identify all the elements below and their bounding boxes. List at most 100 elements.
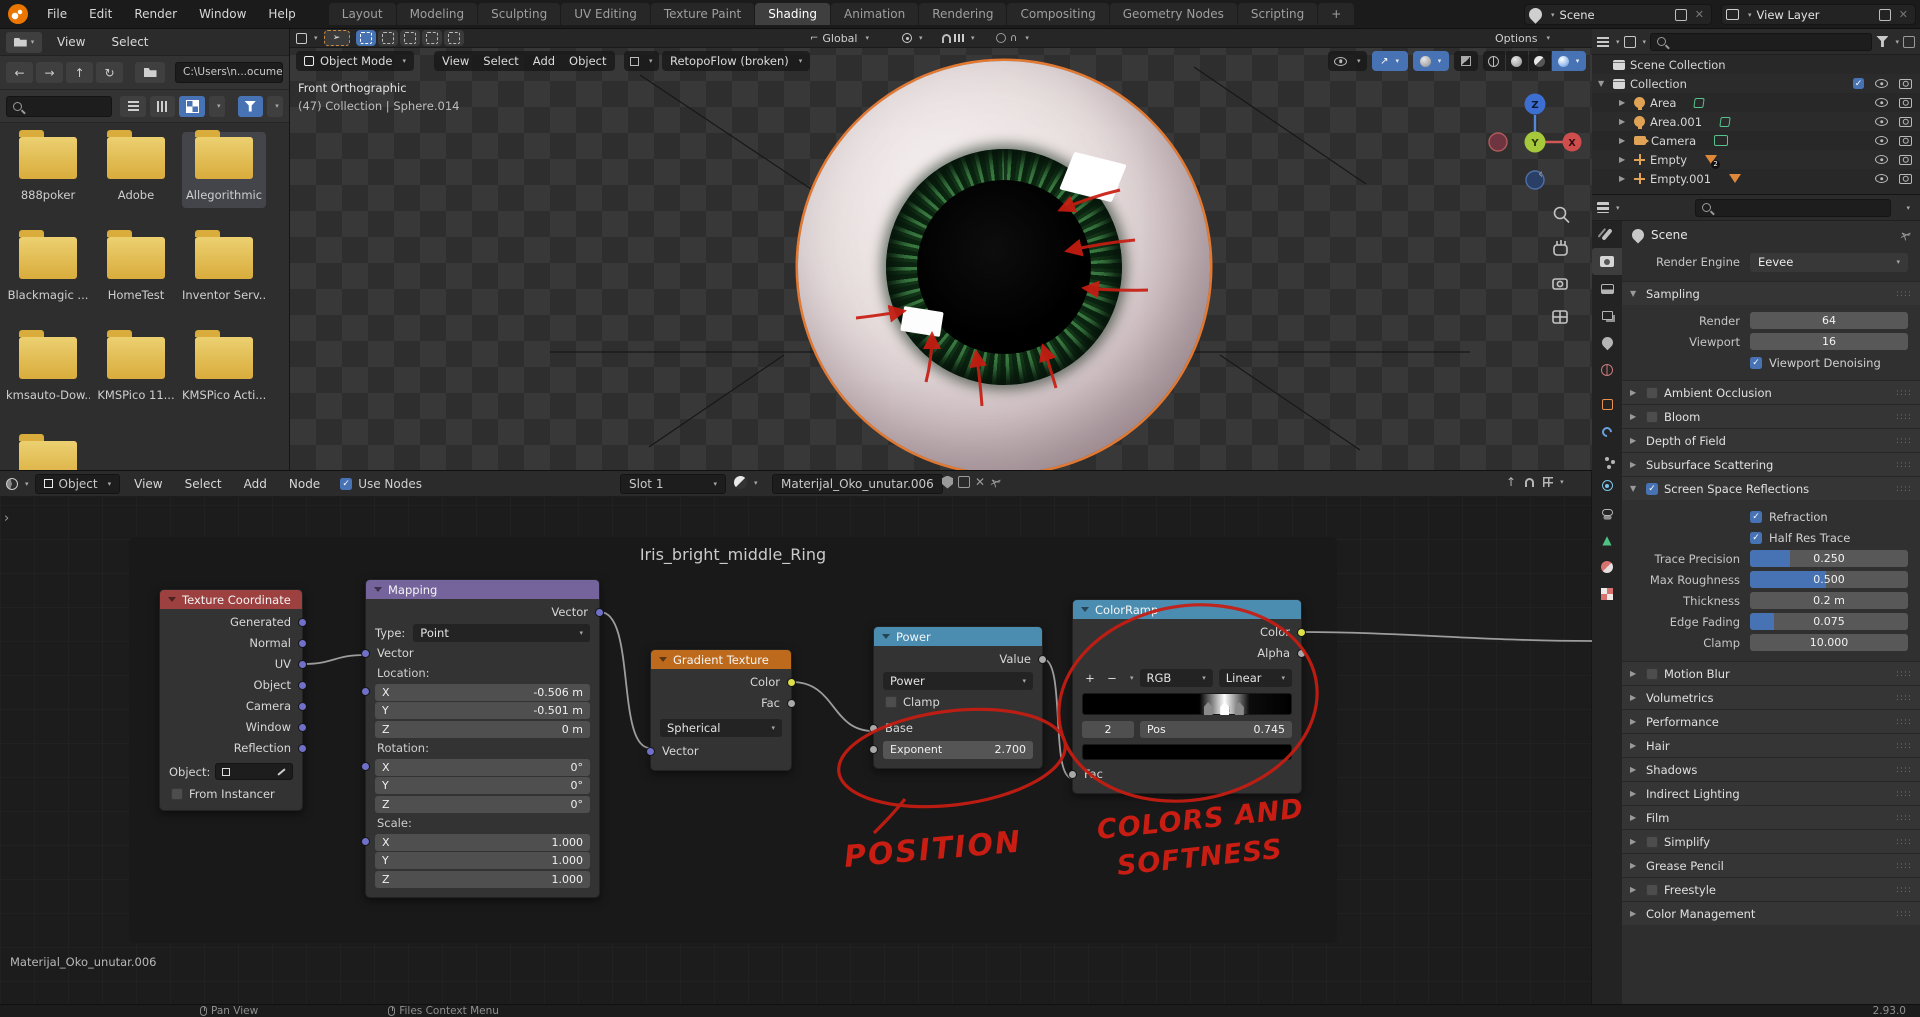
proportional-editing-dropdown[interactable]: ∩▾	[996, 33, 1029, 44]
socket-object-output[interactable]	[298, 681, 307, 690]
socket-rotation-input[interactable]	[361, 762, 370, 771]
section-motion-blur[interactable]: ▶Motion Blur::::	[1622, 661, 1920, 685]
socket-scale-input[interactable]	[361, 837, 370, 846]
socket-color-output[interactable]	[1297, 628, 1306, 637]
tab-object-data-icon[interactable]: ▲	[1592, 526, 1622, 553]
clamp-field[interactable]: 10.000	[1750, 634, 1908, 651]
ramp-stop-handle[interactable]	[1204, 702, 1213, 715]
zoom-icon[interactable]	[1555, 208, 1566, 219]
select-mode-subtract-icon[interactable]	[400, 30, 420, 46]
slot-dropdown[interactable]: Slot 1▾	[620, 474, 726, 494]
math-operation-dropdown[interactable]: Power▾	[883, 672, 1033, 690]
outliner-row-camera[interactable]: ▶ Camera	[1592, 131, 1920, 150]
node-power[interactable]: Power Value Power▾ Clamp Base Exponent2.…	[873, 626, 1043, 769]
forward-button[interactable]: →	[36, 62, 63, 83]
section-shadows[interactable]: ▶Shadows::::	[1622, 757, 1920, 781]
hide-eye-icon[interactable]	[1875, 79, 1888, 88]
section-grease-pencil[interactable]: ▶Grease Pencil::::	[1622, 853, 1920, 877]
editor-type-file-browser-icon[interactable]: ▾	[6, 32, 42, 53]
mode-dropdown[interactable]: Object Mode▾	[296, 51, 414, 71]
refresh-button[interactable]: ↻	[96, 62, 123, 83]
outliner-search-input[interactable]	[1650, 33, 1872, 51]
section-hair[interactable]: ▶Hair::::	[1622, 733, 1920, 757]
parent-dir-button[interactable]: ↑	[66, 62, 93, 83]
max-roughness-slider[interactable]: 0.500	[1750, 571, 1908, 588]
pin-icon[interactable]: ⊀	[987, 473, 1004, 490]
folder-tile-selected[interactable]: Allegorithmic	[182, 132, 266, 208]
folder-tile[interactable]: HomeTest	[94, 237, 178, 302]
unlink-scene-icon[interactable]: ✕	[1692, 8, 1707, 21]
section-sampling[interactable]: ▼Sampling::::	[1622, 281, 1920, 305]
folder-tile[interactable]: KMSPico 11...	[94, 337, 178, 402]
section-checkbox[interactable]	[1646, 884, 1658, 896]
display-mode-dropdown[interactable]: ▾	[209, 96, 225, 117]
ne-menu-select[interactable]: Select	[177, 477, 230, 491]
snap-target-dropdown[interactable]: ▾	[1543, 477, 1564, 487]
folder-tile[interactable]: Inventor Serv...	[182, 237, 266, 302]
viewport-3d[interactable]: ▾ ➢ ⌐Global▾ ▾ ▾ ∩▾ Options▾ Object Mode…	[290, 29, 1592, 470]
collapse-region-icon[interactable]: ‹	[1538, 167, 1543, 182]
folder-tile[interactable]: kmsauto-Dow...	[6, 337, 90, 402]
shading-wireframe-icon[interactable]	[1483, 51, 1505, 71]
location-y-field[interactable]: Y-0.501 m	[375, 702, 590, 719]
unlink-material-icon[interactable]: ✕	[975, 475, 985, 489]
expand-arrow-icon[interactable]: ▶	[1619, 174, 1629, 183]
material-browse-icon[interactable]: ▾	[734, 476, 758, 489]
select-mode-invert-icon[interactable]	[422, 30, 442, 46]
object-picker-field[interactable]	[215, 763, 293, 780]
ne-menu-add[interactable]: Add	[236, 477, 275, 491]
viewport-samples-field[interactable]: 16	[1750, 333, 1908, 350]
expand-arrow-icon[interactable]: ▶	[1619, 136, 1629, 145]
outliner-row-scene-collection[interactable]: Scene Collection	[1592, 55, 1920, 74]
socket-fac-input[interactable]	[1068, 770, 1077, 779]
render-samples-field[interactable]: 64	[1750, 312, 1908, 329]
outliner-row-empty-001[interactable]: ▶ Empty.001	[1592, 169, 1920, 188]
socket-base-input[interactable]	[869, 724, 878, 733]
pan-hand-icon[interactable]	[1554, 245, 1567, 255]
stop-index-field[interactable]: 2	[1082, 721, 1134, 738]
menu-render[interactable]: Render	[123, 7, 188, 21]
socket-camera-output[interactable]	[298, 702, 307, 711]
ne-menu-view[interactable]: View	[126, 477, 170, 491]
active-tool-select-box-icon[interactable]: ➢	[324, 30, 350, 46]
socket-reflection-output[interactable]	[298, 744, 307, 753]
outliner-row-empty[interactable]: ▶ Empty 2	[1592, 150, 1920, 169]
hide-eye-icon[interactable]	[1875, 136, 1888, 145]
edge-fading-slider[interactable]: 0.075	[1750, 613, 1908, 630]
section-screen-space-reflections[interactable]: ▼Screen Space Reflections::::	[1622, 476, 1920, 500]
shader-node-editor[interactable]: ▾ Object▾ View Select Add Node Use Nodes…	[0, 470, 1592, 1004]
location-z-field[interactable]: Z0 m	[375, 721, 590, 738]
editor-type-shader-icon[interactable]: ▾	[6, 478, 29, 490]
tab-material-icon[interactable]	[1592, 553, 1622, 580]
menu-file[interactable]: File	[36, 7, 78, 21]
stop-position-field[interactable]: Pos0.745	[1140, 721, 1292, 738]
gradient-type-dropdown[interactable]: Spherical▾	[660, 719, 782, 737]
viewport-denoising-checkbox[interactable]: Viewport Denoising	[1750, 356, 1881, 370]
display-horizontal-list-button[interactable]	[150, 96, 175, 117]
tab-texture-paint[interactable]: Texture Paint	[651, 3, 754, 25]
clamp-checkbox[interactable]: Clamp	[874, 692, 1042, 712]
gizmos-dropdown[interactable]: ↗▾	[1372, 51, 1408, 71]
breadcrumb-scene[interactable]: Scene	[1651, 228, 1688, 242]
tab-render-icon[interactable]	[1592, 248, 1622, 275]
use-nodes-checkbox[interactable]: Use Nodes	[340, 477, 422, 491]
scale-x-field[interactable]: X1.000	[375, 834, 590, 851]
editor-type-3d-viewport-icon[interactable]: ▾	[296, 33, 318, 44]
node-gradient-texture[interactable]: Gradient Texture Color Fac Spherical▾ Ve…	[650, 649, 792, 771]
ramp-options-dropdown[interactable]: ▾	[1130, 674, 1134, 682]
vp-menu-object[interactable]: Object	[569, 54, 606, 68]
transform-orientation-dropdown[interactable]: ⌐Global▾	[810, 32, 869, 45]
ne-menu-node[interactable]: Node	[281, 477, 328, 491]
hide-eye-icon[interactable]	[1875, 155, 1888, 164]
shader-type-dropdown[interactable]: Object▾	[35, 474, 121, 494]
eyedropper-icon[interactable]	[277, 768, 285, 775]
new-view-layer-icon[interactable]	[1879, 9, 1891, 21]
rotation-y-field[interactable]: Y0°	[375, 777, 590, 794]
fb-menu-view[interactable]: View	[46, 35, 96, 49]
select-mode-new-icon[interactable]	[356, 30, 376, 46]
display-thumbnails-button[interactable]	[179, 96, 204, 117]
shading-solid-icon[interactable]	[1506, 51, 1528, 71]
tab-layout[interactable]: Layout	[329, 3, 396, 25]
path-field[interactable]: C:\Users\n...ocuments\	[175, 62, 283, 83]
editor-type-properties-icon[interactable]: ▾	[1597, 202, 1620, 213]
